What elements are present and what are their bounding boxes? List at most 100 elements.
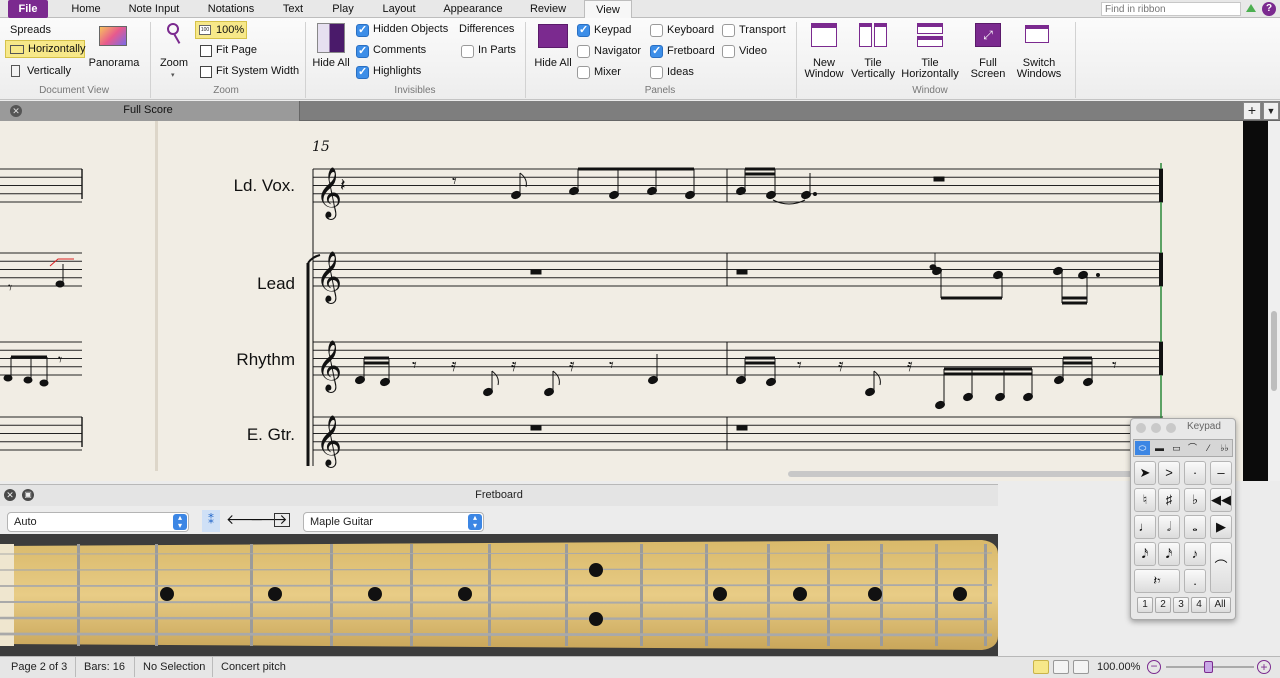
keypad-tie-icon[interactable]: ⌒: [1210, 542, 1232, 593]
full-screen-button[interactable]: ⤢ Full Screen: [966, 20, 1010, 82]
zoom-100-button[interactable]: 100 100%: [195, 21, 247, 39]
keypad-play-icon[interactable]: ▶: [1210, 515, 1232, 539]
zoom-button[interactable]: Zoom ▾: [154, 20, 194, 79]
fretboard-checkbox[interactable]: [650, 44, 663, 58]
keypad-tenuto-icon[interactable]: –: [1210, 461, 1232, 485]
horizontal-view-icon[interactable]: [1033, 660, 1049, 674]
new-tab-button[interactable]: +: [1243, 102, 1261, 120]
switch-windows-button[interactable]: Switch Windows: [1012, 20, 1066, 82]
zoom-out-icon[interactable]: −: [1147, 660, 1161, 674]
zoom-slider-thumb[interactable]: [1204, 661, 1213, 673]
navigator-checkbox[interactable]: [577, 45, 590, 58]
group-label-invisibles: Invisibles: [394, 85, 436, 96]
vertical-view-icon[interactable]: [1053, 660, 1069, 674]
keypad-quarter-note-icon[interactable]: ♩: [1134, 515, 1156, 539]
keypad-rest-icon[interactable]: 𝄽𝄾: [1134, 569, 1180, 593]
view-options-icon[interactable]: [274, 513, 290, 527]
accidentals-tab-icon[interactable]: ♭♭: [1217, 441, 1232, 455]
tab-view[interactable]: View: [584, 0, 632, 19]
new-window-button[interactable]: New Window: [802, 20, 846, 82]
ribbon-search-input[interactable]: [1101, 2, 1241, 16]
fretboard-instrument-select[interactable]: Maple Guitar ▴ ▾: [303, 512, 484, 532]
panorama-view-icon[interactable]: [1073, 660, 1089, 674]
tab-play[interactable]: Play: [326, 0, 360, 18]
close-icon[interactable]: [1136, 423, 1146, 433]
fretboard[interactable]: [0, 534, 998, 656]
tab-home[interactable]: Home: [63, 0, 109, 18]
horizontally-button[interactable]: Horizontally: [5, 40, 85, 58]
keypad-layout-1[interactable]: 1: [1137, 597, 1153, 613]
panorama-button[interactable]: Panorama: [88, 24, 140, 72]
keypad-dot-icon[interactable]: .: [1184, 569, 1206, 593]
whole-rest: [530, 269, 542, 275]
keyboard-checkbox[interactable]: [650, 24, 663, 37]
hide-all-panels-button[interactable]: Hide All: [533, 20, 573, 82]
instrument-name-e-gtr[interactable]: E. Gtr.: [247, 425, 295, 444]
in-parts-checkbox[interactable]: [461, 45, 474, 58]
keypad-staccato-icon[interactable]: ·: [1184, 461, 1206, 485]
keypad-layout-2[interactable]: 2: [1155, 597, 1171, 613]
keypad-select-icon[interactable]: ➤: [1134, 461, 1156, 485]
keypad-whole-note-icon[interactable]: 𝅝: [1184, 515, 1206, 539]
score-view[interactable]: 𝄾 𝄾 15 Ld. Vox. Lead Rhythm E. Gtr. 𝄞 𝄞 …: [0, 121, 1243, 481]
tab-appearance[interactable]: Appearance: [440, 0, 506, 18]
scrollbar-thumb[interactable]: [1271, 311, 1277, 391]
video-checkbox[interactable]: [722, 45, 735, 58]
instrument-name-ld-vox[interactable]: Ld. Vox.: [234, 176, 295, 195]
hide-all-invisibles-button[interactable]: Hide All: [312, 20, 350, 82]
tab-layout[interactable]: Layout: [376, 0, 422, 18]
keypad-accent-icon[interactable]: >: [1158, 461, 1180, 485]
score-canvas[interactable]: 𝄾 𝄾 15 Ld. Vox. Lead Rhythm E. Gtr. 𝄞 𝄞 …: [0, 121, 1243, 481]
keypad-layout-all[interactable]: All: [1209, 597, 1231, 613]
tab-full-score[interactable]: ✕ Full Score: [0, 101, 300, 121]
transport-checkbox[interactable]: [722, 24, 735, 37]
keypad-sixteenth-note-icon[interactable]: 𝅘𝅥𝅯: [1158, 542, 1180, 566]
keypad-layout-3[interactable]: 3: [1173, 597, 1189, 613]
keypad-sixteenth-note-icon[interactable]: 𝅘𝅥𝅯: [1134, 542, 1156, 566]
articulations-tab-icon[interactable]: ⌒: [1185, 441, 1200, 455]
instrument-name-lead[interactable]: Lead: [257, 274, 295, 293]
keypad-panel[interactable]: Keypad ⬭ ▬ ▭ ⌒ ⁄ ♭♭ ➤ > · – ♮ ♯ ♭ ◀◀ ♩ 𝅗…: [1130, 418, 1236, 620]
notation-layer[interactable]: 𝄽 𝄾 𝄾 𝄿 𝄿 𝄿 𝄾 𝄾 𝄿 𝄿 𝄾: [340, 167, 1117, 431]
status-concert-pitch[interactable]: Concert pitch: [221, 661, 286, 673]
input-mode-toggle-icon[interactable]: ⁑: [202, 510, 220, 532]
more-notes-tab-icon[interactable]: ▬: [1152, 441, 1167, 455]
beams-tab-icon[interactable]: ▭: [1169, 441, 1184, 455]
ideas-checkbox[interactable]: [650, 66, 663, 79]
tab-text[interactable]: Text: [276, 0, 310, 18]
tab-list-icon[interactable]: ▼: [1263, 102, 1279, 120]
minimize-ribbon-icon[interactable]: [1246, 4, 1256, 12]
hidden-objects-checkbox[interactable]: [356, 23, 369, 37]
common-notes-tab-icon[interactable]: ⬭: [1135, 441, 1150, 455]
keypad-half-note-icon[interactable]: 𝅗𝅥: [1158, 515, 1180, 539]
keypad-rewind-icon[interactable]: ◀◀: [1210, 488, 1232, 512]
score-vertical-scrollbar[interactable]: [1268, 121, 1280, 481]
zoom-icon[interactable]: [1166, 423, 1176, 433]
rest: 𝄿: [511, 355, 517, 376]
zoom-in-icon[interactable]: +: [1257, 660, 1271, 674]
highlights-checkbox[interactable]: [356, 65, 369, 79]
keypad-flat-icon[interactable]: ♭: [1184, 488, 1206, 512]
keypad-natural-icon[interactable]: ♮: [1134, 488, 1156, 512]
tile-vertically-button[interactable]: Tile Vertically: [850, 20, 896, 82]
navigator-label: Navigator: [594, 45, 642, 57]
instrument-name-rhythm[interactable]: Rhythm: [236, 350, 295, 369]
comments-checkbox[interactable]: [356, 44, 369, 58]
tab-note-input[interactable]: Note Input: [124, 0, 184, 18]
minimize-icon[interactable]: [1151, 423, 1161, 433]
fretboard-mode-select[interactable]: Auto ▴ ▾: [7, 512, 189, 532]
tab-file[interactable]: File: [8, 0, 48, 18]
keypad-checkbox[interactable]: [577, 23, 590, 37]
tab-notations[interactable]: Notations: [201, 0, 261, 18]
jazz-articulations-tab-icon[interactable]: ⁄: [1201, 441, 1216, 455]
tile-horizontally-button[interactable]: Tile Horizontally: [900, 20, 960, 82]
fit-system-width-button[interactable]: Fit System Width: [198, 64, 308, 80]
vertically-button[interactable]: Vertically: [5, 62, 85, 80]
tab-review[interactable]: Review: [522, 0, 574, 18]
mixer-checkbox[interactable]: [577, 66, 590, 79]
fit-page-button[interactable]: Fit Page: [198, 43, 288, 59]
keypad-layout-4[interactable]: 4: [1191, 597, 1207, 613]
keypad-eighth-note-icon[interactable]: ♪: [1184, 542, 1206, 566]
help-icon[interactable]: ?: [1262, 2, 1276, 16]
keypad-sharp-icon[interactable]: ♯: [1158, 488, 1180, 512]
